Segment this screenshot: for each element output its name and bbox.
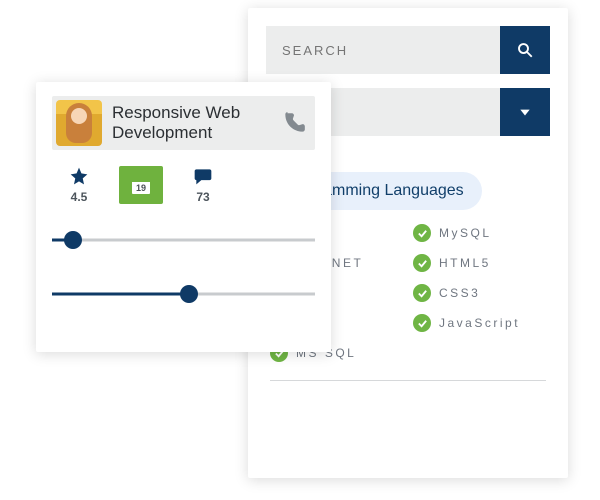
comments-value: 73: [196, 190, 209, 204]
language-label: JavaScript: [439, 316, 520, 330]
list-item: CSS3: [413, 284, 546, 302]
star-icon: [69, 166, 89, 186]
avatar: [56, 100, 102, 146]
language-label: CSS3: [439, 286, 480, 300]
rating-stat[interactable]: 4.5: [54, 166, 104, 204]
slider-2[interactable]: [52, 282, 315, 306]
state-dropdown-button[interactable]: [500, 88, 550, 136]
stats-row: 4.5 19 73: [52, 166, 315, 204]
calendar-icon: 19: [129, 173, 153, 197]
divider: [270, 380, 546, 381]
chevron-down-icon: [518, 105, 532, 119]
language-label: HTML5: [439, 256, 491, 270]
search-input[interactable]: [266, 26, 500, 74]
check-icon: [413, 254, 431, 272]
search-row: [266, 26, 550, 74]
phone-icon[interactable]: [281, 110, 307, 136]
slider-thumb[interactable]: [64, 231, 82, 249]
slider-track: [52, 239, 315, 242]
check-icon: [413, 314, 431, 332]
slider-1[interactable]: [52, 228, 315, 252]
slider-thumb[interactable]: [180, 285, 198, 303]
search-icon: [516, 41, 534, 59]
slider-fill: [52, 293, 189, 296]
list-item: JavaScript: [413, 314, 546, 332]
search-button[interactable]: [500, 26, 550, 74]
calendar-stat[interactable]: 19: [116, 166, 166, 204]
list-item: MySQL: [413, 224, 546, 242]
rating-value: 4.5: [71, 190, 88, 204]
comments-stat[interactable]: 73: [178, 166, 228, 204]
calendar-highlight: 19: [119, 166, 163, 204]
profile-title: Responsive Web Development: [112, 103, 271, 142]
profile-card: Responsive Web Development 4.5 19: [36, 82, 331, 352]
profile-header: Responsive Web Development: [52, 96, 315, 150]
check-icon: [413, 284, 431, 302]
chat-icon: [193, 166, 213, 186]
check-icon: [413, 224, 431, 242]
list-item: HTML5: [413, 254, 546, 272]
svg-text:19: 19: [136, 183, 146, 193]
language-label: MySQL: [439, 226, 492, 240]
